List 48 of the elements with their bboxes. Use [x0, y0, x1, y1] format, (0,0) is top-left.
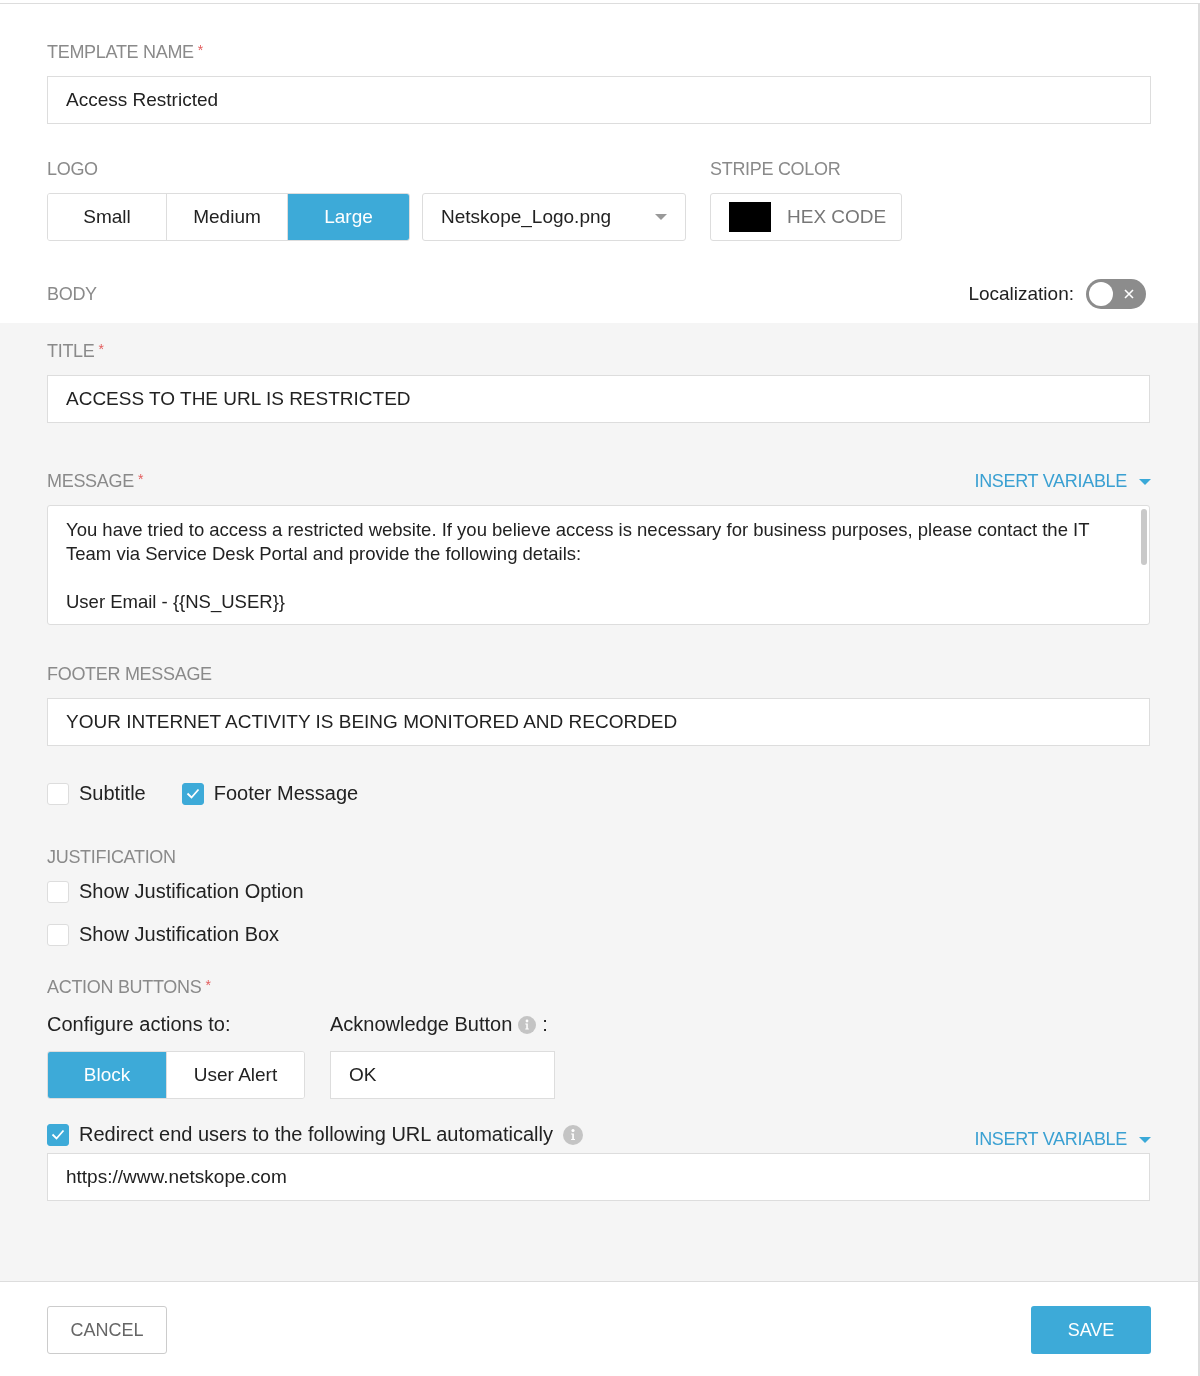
checkbox[interactable] — [181, 782, 204, 805]
colon-text: : — [542, 1013, 548, 1036]
field-label: TEMPLATE NAME — [47, 42, 194, 63]
required-mark: * — [137, 471, 144, 487]
message-paragraph: User Email - {{NS_USER}} — [66, 590, 286, 614]
section-label: JUSTIFICATION — [47, 847, 176, 868]
info-icon[interactable] — [518, 1015, 537, 1034]
field-label: FOOTER MESSAGE — [47, 664, 212, 685]
localization-label: Localization: — [968, 283, 1074, 305]
required-mark: * — [197, 42, 203, 58]
logo-file-dropdown[interactable]: Netskope_Logo.png — [422, 193, 686, 241]
caret-icon — [1139, 478, 1151, 485]
check-icon — [185, 788, 200, 799]
info-icon[interactable] — [562, 1124, 583, 1145]
acknowledge-button-field[interactable]: OK — [330, 1051, 555, 1099]
template-name-field[interactable]: Access Restricted — [47, 76, 1151, 124]
hex-code-input[interactable]: HEX CODE — [785, 205, 899, 229]
section-label: BODY — [47, 283, 97, 305]
logo-size-tab[interactable]: Small — [48, 194, 167, 240]
message-paragraph: You have tried to access a restricted website. If you believe access is necessary for business purposes, please contact the IT Team via Service Desk Portal and provide the following details: — [66, 518, 1091, 566]
checkbox-label: Footer Message — [213, 782, 359, 805]
acknowledge-label: Acknowledge Button — [330, 1013, 513, 1036]
footer-message-field[interactable]: YOUR INTERNET ACTIVITY IS BEING MONITORED AND RECORDED — [47, 698, 1150, 746]
stripe-color-field[interactable]: HEX CODE — [710, 193, 902, 241]
title-field[interactable]: ACCESS TO THE URL IS RESTRICTED — [47, 375, 1150, 423]
localization-toggle[interactable] — [1086, 279, 1146, 309]
scrollbar[interactable] — [1141, 509, 1147, 565]
close-icon — [1124, 289, 1134, 299]
configure-label: Configure actions to: — [47, 1013, 232, 1036]
cancel-button[interactable]: CANCEL — [47, 1306, 167, 1354]
checkbox-label: Show Justification Box — [79, 923, 280, 946]
check-icon — [51, 1129, 65, 1140]
checkbox-label: Redirect end users to the following URL automatically — [79, 1123, 553, 1146]
required-mark: * — [98, 341, 104, 357]
redirect-url-field[interactable]: https://www.netskope.com — [47, 1153, 1150, 1201]
checkbox-label: Show Justification Option — [79, 880, 304, 903]
field-label: LOGO — [47, 159, 98, 180]
checkbox[interactable] — [47, 1123, 69, 1146]
field-label: MESSAGE — [47, 471, 134, 492]
section-label: ACTION BUTTONS — [47, 977, 202, 998]
caret-icon — [655, 214, 667, 220]
checkbox-label: Subtitle — [79, 782, 146, 805]
caret-icon — [1139, 1136, 1151, 1143]
message-field[interactable] — [47, 505, 1150, 625]
color-swatch[interactable] — [729, 202, 771, 232]
field-label: TITLE — [47, 341, 95, 362]
required-mark: * — [205, 977, 211, 993]
field-label: STRIPE COLOR — [710, 159, 841, 180]
